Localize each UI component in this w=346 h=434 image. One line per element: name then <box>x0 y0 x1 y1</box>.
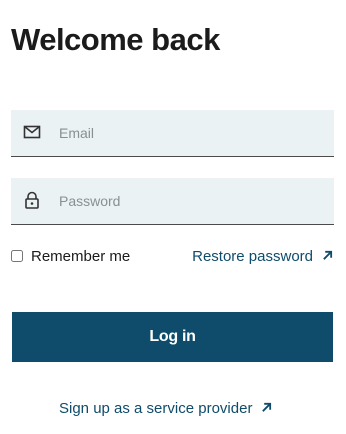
remember-me-label: Remember me <box>31 247 131 265</box>
signup-service-provider-link[interactable]: Sign up as a service provider <box>59 398 272 418</box>
lock-icon <box>22 190 42 210</box>
signup-label: Sign up as a service provider <box>59 399 253 417</box>
password-field-container[interactable] <box>11 178 334 225</box>
page-title: Welcome back <box>11 22 220 57</box>
restore-password-label: Restore password <box>192 247 313 265</box>
mail-icon <box>22 122 42 142</box>
login-button[interactable]: Log in <box>12 312 333 362</box>
remember-me[interactable]: Remember me <box>11 246 130 266</box>
email-field-container[interactable] <box>11 110 334 157</box>
external-arrow-icon <box>252 400 272 417</box>
password-input[interactable] <box>57 178 331 224</box>
email-input[interactable] <box>57 110 331 156</box>
restore-password-link[interactable]: Restore password <box>192 246 333 266</box>
external-arrow-icon <box>313 248 333 265</box>
remember-me-checkbox[interactable] <box>11 250 23 262</box>
